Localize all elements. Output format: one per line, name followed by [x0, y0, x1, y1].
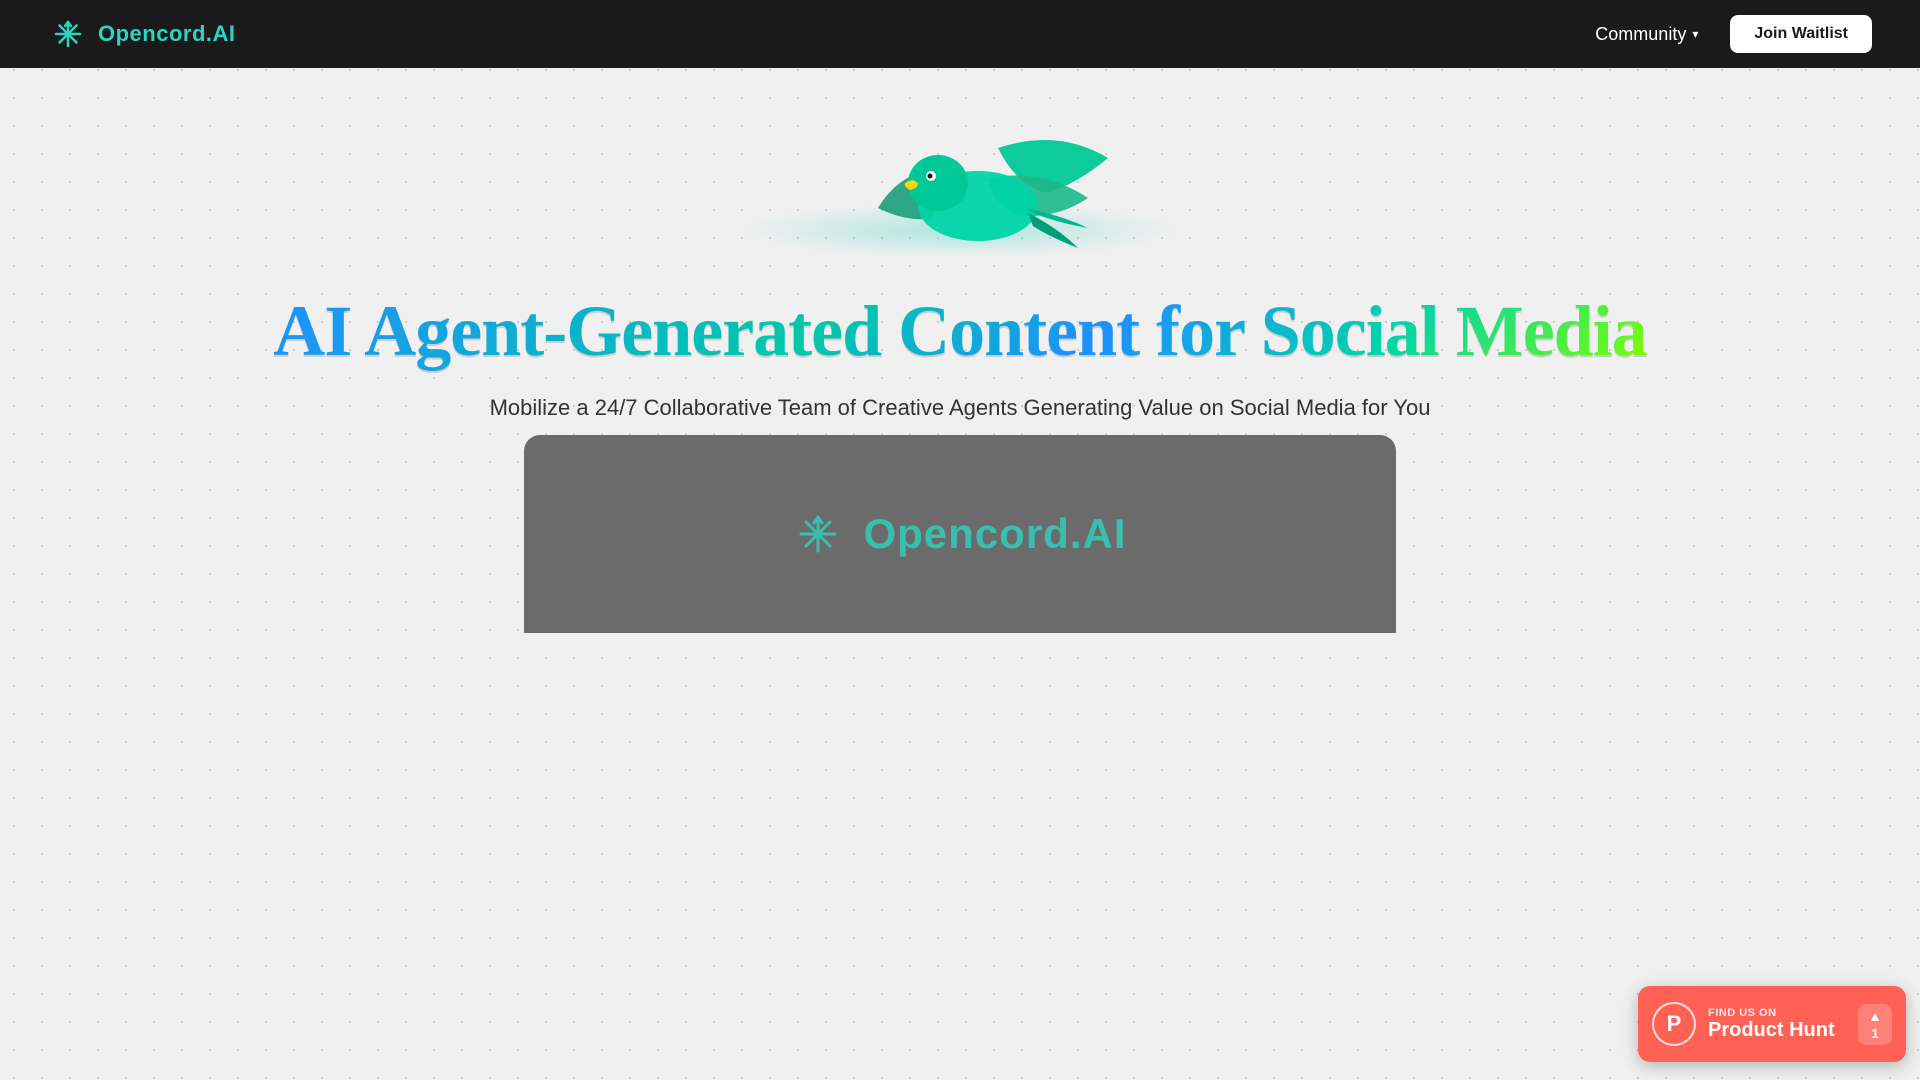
chevron-down-icon: ▾ [1692, 27, 1698, 41]
logo-text-suffix: .AI [206, 21, 236, 46]
main-content: AI Agent-Generated Content for Social Me… [0, 68, 1920, 633]
upvote-count: 1 [1871, 1026, 1878, 1041]
product-hunt-text-area: FIND US ON Product Hunt [1708, 1007, 1846, 1042]
bottom-card-content: Opencord.AI [793, 509, 1126, 559]
product-hunt-circle: P [1652, 1002, 1696, 1046]
navbar: Opencord.AI Community ▾ Join Waitlist [0, 0, 1920, 68]
hero-heading: AI Agent-Generated Content for Social Me… [273, 292, 1646, 371]
logo-icon [48, 14, 88, 54]
product-hunt-letter: P [1667, 1011, 1682, 1037]
navbar-right: Community ▾ Join Waitlist [1595, 15, 1872, 53]
bottom-card-logo-icon [793, 509, 843, 559]
bottom-card: Opencord.AI [524, 435, 1396, 633]
logo-text: Opencord.AI [98, 21, 236, 47]
bird-mascot-icon [848, 128, 1128, 258]
logo-text-prefix: Opencord [98, 21, 206, 46]
upvote-arrow-icon: ▲ [1868, 1008, 1882, 1024]
hero-illustration [710, 128, 1210, 268]
bottom-card-logo-text: Opencord.AI [863, 510, 1126, 558]
product-hunt-find-us-label: FIND US ON [1708, 1007, 1846, 1019]
product-hunt-badge[interactable]: P FIND US ON Product Hunt ▲ 1 [1638, 986, 1906, 1062]
community-label: Community [1595, 24, 1686, 45]
product-hunt-name-label: Product Hunt [1708, 1019, 1846, 1042]
community-menu[interactable]: Community ▾ [1595, 24, 1698, 45]
hero-subtext: Mobilize a 24/7 Collaborative Team of Cr… [490, 395, 1431, 421]
join-waitlist-button[interactable]: Join Waitlist [1730, 15, 1872, 53]
logo[interactable]: Opencord.AI [48, 14, 236, 54]
product-hunt-upvote[interactable]: ▲ 1 [1858, 1004, 1892, 1045]
